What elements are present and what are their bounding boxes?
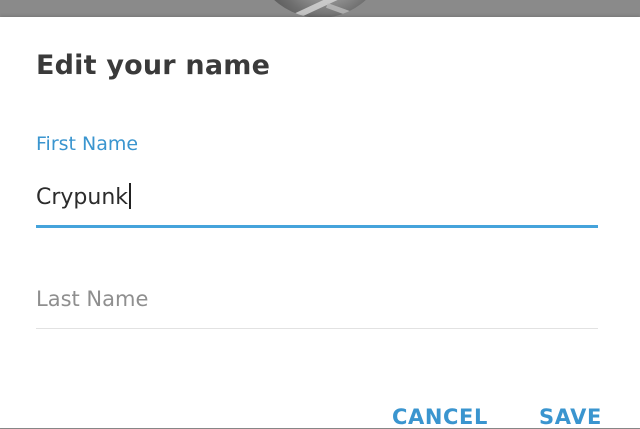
edit-name-dialog: Edit your name First Name Crypunk Last N… [0, 17, 640, 429]
text-caret [129, 183, 132, 209]
cancel-button[interactable]: CANCEL [392, 405, 488, 429]
last-name-field[interactable]: Last Name [36, 287, 148, 311]
last-name-underline [36, 328, 598, 329]
first-name-field[interactable]: Crypunk [36, 183, 132, 210]
first-name-underline [36, 225, 598, 228]
save-button[interactable]: SAVE [539, 405, 602, 429]
first-name-value: Crypunk [36, 185, 129, 210]
dialog-title: Edit your name [36, 50, 271, 81]
first-name-label: First Name [36, 133, 139, 155]
